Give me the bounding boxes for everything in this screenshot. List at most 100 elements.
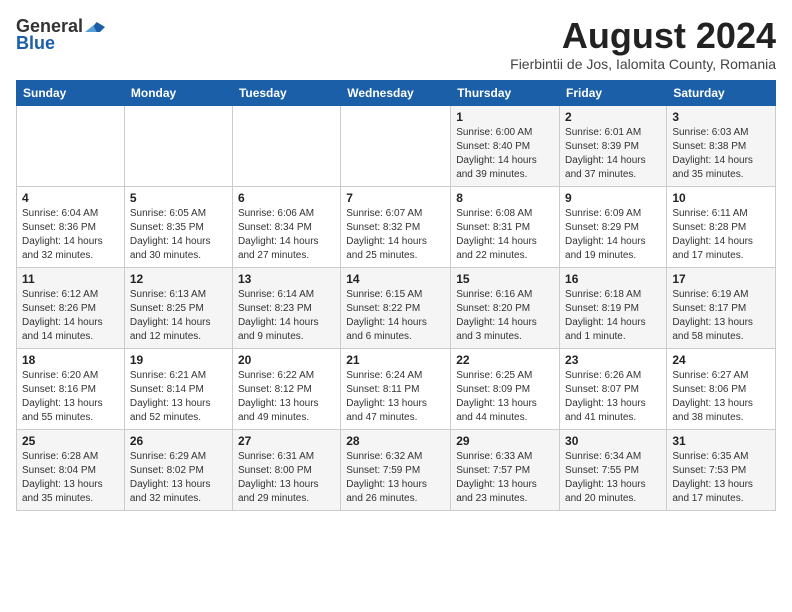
day-number: 16: [565, 272, 661, 286]
day-number: 18: [22, 353, 119, 367]
day-number: 26: [130, 434, 227, 448]
calendar-cell: [341, 105, 451, 186]
calendar-cell: 1Sunrise: 6:00 AM Sunset: 8:40 PM Daylig…: [451, 105, 560, 186]
day-info: Sunrise: 6:01 AM Sunset: 8:39 PM Dayligh…: [565, 126, 661, 182]
location-subtitle: Fierbintii de Jos, Ialomita County, Roma…: [510, 56, 776, 72]
day-info: Sunrise: 6:25 AM Sunset: 8:09 PM Dayligh…: [456, 369, 554, 425]
day-number: 13: [238, 272, 335, 286]
weekday-header-wednesday: Wednesday: [341, 80, 451, 105]
day-info: Sunrise: 6:19 AM Sunset: 8:17 PM Dayligh…: [672, 288, 770, 344]
weekday-header-saturday: Saturday: [667, 80, 776, 105]
day-info: Sunrise: 6:33 AM Sunset: 7:57 PM Dayligh…: [456, 450, 554, 506]
calendar-cell: 11 Sunrise: 6:12 AM Sunset: 8:26 PM Dayli…: [17, 267, 125, 348]
day-number: 7: [346, 191, 445, 205]
day-number: 11: [22, 272, 119, 286]
day-info: Sunrise: 6:09 AM Sunset: 8:29 PM Dayligh…: [565, 207, 661, 263]
day-info: Sunrise: 6:31 AM Sunset: 8:00 PM Dayligh…: [238, 450, 335, 506]
calendar-cell: 9 Sunrise: 6:09 AM Sunset: 8:29 PM Daylig…: [560, 186, 667, 267]
calendar-cell: 20 Sunrise: 6:22 AM Sunset: 8:12 PM Dayli…: [232, 348, 340, 429]
day-number: 6: [238, 191, 335, 205]
day-info: Sunrise: 6:27 AM Sunset: 8:06 PM Dayligh…: [672, 369, 770, 425]
calendar-week-row: 18 Sunrise: 6:20 AM Sunset: 8:16 PM Dayli…: [17, 348, 776, 429]
calendar-cell: 14 Sunrise: 6:15 AM Sunset: 8:22 PM Dayli…: [341, 267, 451, 348]
day-info: Sunrise: 6:13 AM Sunset: 8:25 PM Dayligh…: [130, 288, 227, 344]
weekday-header-monday: Monday: [124, 80, 232, 105]
calendar-cell: 12 Sunrise: 6:13 AM Sunset: 8:25 PM Dayli…: [124, 267, 232, 348]
day-number: 1: [456, 110, 554, 124]
day-info: Sunrise: 6:29 AM Sunset: 8:02 PM Dayligh…: [130, 450, 227, 506]
day-info: Sunrise: 6:08 AM Sunset: 8:31 PM Dayligh…: [456, 207, 554, 263]
calendar-cell: 21Sunrise: 6:24 AM Sunset: 8:11 PM Dayli…: [341, 348, 451, 429]
calendar-week-row: 11 Sunrise: 6:12 AM Sunset: 8:26 PM Dayli…: [17, 267, 776, 348]
calendar-cell: [124, 105, 232, 186]
calendar-week-row: 25 Sunrise: 6:28 AM Sunset: 8:04 PM Dayli…: [17, 429, 776, 510]
day-info: Sunrise: 6:35 AM Sunset: 7:53 PM Dayligh…: [672, 450, 770, 506]
title-block: August 2024 Fierbintii de Jos, Ialomita …: [510, 16, 776, 72]
day-number: 25: [22, 434, 119, 448]
calendar-cell: 2Sunrise: 6:01 AM Sunset: 8:39 PM Daylig…: [560, 105, 667, 186]
day-number: 15: [456, 272, 554, 286]
calendar-cell: 22 Sunrise: 6:25 AM Sunset: 8:09 PM Dayli…: [451, 348, 560, 429]
calendar-cell: 6 Sunrise: 6:06 AM Sunset: 8:34 PM Daylig…: [232, 186, 340, 267]
month-year-title: August 2024: [510, 16, 776, 56]
day-info: Sunrise: 6:24 AM Sunset: 8:11 PM Dayligh…: [346, 369, 445, 425]
day-number: 10: [672, 191, 770, 205]
day-number: 24: [672, 353, 770, 367]
calendar-cell: 29 Sunrise: 6:33 AM Sunset: 7:57 PM Dayli…: [451, 429, 560, 510]
day-number: 28: [346, 434, 445, 448]
day-info: Sunrise: 6:32 AM Sunset: 7:59 PM Dayligh…: [346, 450, 445, 506]
calendar-cell: 10Sunrise: 6:11 AM Sunset: 8:28 PM Dayli…: [667, 186, 776, 267]
day-number: 14: [346, 272, 445, 286]
day-number: 30: [565, 434, 661, 448]
day-number: 9: [565, 191, 661, 205]
day-number: 23: [565, 353, 661, 367]
logo: General Blue: [16, 16, 105, 54]
day-info: Sunrise: 6:06 AM Sunset: 8:34 PM Dayligh…: [238, 207, 335, 263]
day-number: 27: [238, 434, 335, 448]
day-number: 19: [130, 353, 227, 367]
calendar-week-row: 4 Sunrise: 6:04 AM Sunset: 8:36 PM Daylig…: [17, 186, 776, 267]
calendar-cell: 18 Sunrise: 6:20 AM Sunset: 8:16 PM Dayli…: [17, 348, 125, 429]
calendar-cell: 24 Sunrise: 6:27 AM Sunset: 8:06 PM Dayli…: [667, 348, 776, 429]
day-number: 3: [672, 110, 770, 124]
calendar-cell: 13 Sunrise: 6:14 AM Sunset: 8:23 PM Dayli…: [232, 267, 340, 348]
day-info: Sunrise: 6:21 AM Sunset: 8:14 PM Dayligh…: [130, 369, 227, 425]
calendar-cell: [232, 105, 340, 186]
day-info: Sunrise: 6:26 AM Sunset: 8:07 PM Dayligh…: [565, 369, 661, 425]
day-info: Sunrise: 6:22 AM Sunset: 8:12 PM Dayligh…: [238, 369, 335, 425]
day-number: 20: [238, 353, 335, 367]
weekday-header-tuesday: Tuesday: [232, 80, 340, 105]
calendar-week-row: 1Sunrise: 6:00 AM Sunset: 8:40 PM Daylig…: [17, 105, 776, 186]
weekday-header-sunday: Sunday: [17, 80, 125, 105]
calendar-cell: 26 Sunrise: 6:29 AM Sunset: 8:02 PM Dayli…: [124, 429, 232, 510]
calendar-cell: 25 Sunrise: 6:28 AM Sunset: 8:04 PM Dayli…: [17, 429, 125, 510]
day-info: Sunrise: 6:03 AM Sunset: 8:38 PM Dayligh…: [672, 126, 770, 182]
day-info: Sunrise: 6:04 AM Sunset: 8:36 PM Dayligh…: [22, 207, 119, 263]
day-info: Sunrise: 6:14 AM Sunset: 8:23 PM Dayligh…: [238, 288, 335, 344]
day-number: 5: [130, 191, 227, 205]
calendar-cell: 31 Sunrise: 6:35 AM Sunset: 7:53 PM Dayli…: [667, 429, 776, 510]
calendar-cell: 23 Sunrise: 6:26 AM Sunset: 8:07 PM Dayli…: [560, 348, 667, 429]
day-info: Sunrise: 6:05 AM Sunset: 8:35 PM Dayligh…: [130, 207, 227, 263]
weekday-header-row: SundayMondayTuesdayWednesdayThursdayFrid…: [17, 80, 776, 105]
day-info: Sunrise: 6:07 AM Sunset: 8:32 PM Dayligh…: [346, 207, 445, 263]
day-info: Sunrise: 6:15 AM Sunset: 8:22 PM Dayligh…: [346, 288, 445, 344]
calendar-cell: [17, 105, 125, 186]
calendar-cell: 4 Sunrise: 6:04 AM Sunset: 8:36 PM Daylig…: [17, 186, 125, 267]
day-number: 29: [456, 434, 554, 448]
calendar-cell: 15Sunrise: 6:16 AM Sunset: 8:20 PM Dayli…: [451, 267, 560, 348]
page-header: General Blue August 2024 Fierbintii de J…: [16, 16, 776, 72]
day-info: Sunrise: 6:12 AM Sunset: 8:26 PM Dayligh…: [22, 288, 119, 344]
day-number: 22: [456, 353, 554, 367]
day-info: Sunrise: 6:34 AM Sunset: 7:55 PM Dayligh…: [565, 450, 661, 506]
day-info: Sunrise: 6:20 AM Sunset: 8:16 PM Dayligh…: [22, 369, 119, 425]
calendar-cell: 7 Sunrise: 6:07 AM Sunset: 8:32 PM Daylig…: [341, 186, 451, 267]
calendar-cell: 16Sunrise: 6:18 AM Sunset: 8:19 PM Dayli…: [560, 267, 667, 348]
day-info: Sunrise: 6:28 AM Sunset: 8:04 PM Dayligh…: [22, 450, 119, 506]
calendar-cell: 27 Sunrise: 6:31 AM Sunset: 8:00 PM Dayli…: [232, 429, 340, 510]
day-number: 4: [22, 191, 119, 205]
day-number: 31: [672, 434, 770, 448]
day-number: 12: [130, 272, 227, 286]
day-number: 17: [672, 272, 770, 286]
calendar-cell: 30 Sunrise: 6:34 AM Sunset: 7:55 PM Dayli…: [560, 429, 667, 510]
